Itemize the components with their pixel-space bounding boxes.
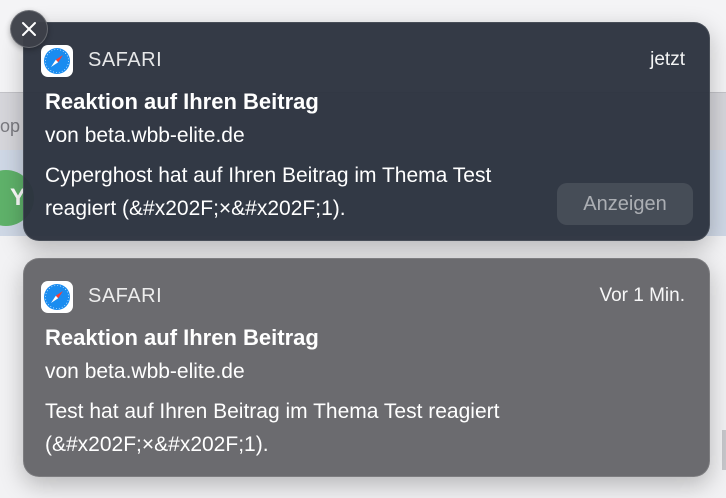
close-x-icon: [22, 22, 36, 36]
safari-compass-icon: [41, 45, 73, 77]
close-notification-button[interactable]: [10, 10, 48, 48]
notification-body: Cyperghost hat auf Ihren Beitrag im Them…: [45, 159, 605, 225]
notification-body-line: Test hat auf Ihren Beitrag im Thema Test…: [45, 400, 500, 423]
show-button[interactable]: Anzeigen: [557, 183, 693, 225]
notification-subtitle: von beta.wbb-elite.de: [45, 124, 245, 147]
notification-card-latest[interactable]: SAFARI jetzt Reaktion auf Ihren Beitrag …: [23, 22, 710, 241]
desktop-backdrop: op Y SAFARI jetzt Reaktion auf Ihren Bei…: [0, 0, 726, 498]
safari-compass-icon: [41, 281, 73, 313]
notification-subtitle: von beta.wbb-elite.de: [45, 360, 245, 383]
notification-timestamp: jetzt: [650, 49, 685, 70]
background-partial-text: op: [0, 116, 21, 136]
background-scrollbar[interactable]: [722, 430, 726, 470]
notification-title: Reaktion auf Ihren Beitrag: [45, 325, 319, 350]
app-name-label: SAFARI: [88, 285, 163, 307]
notification-body-line: reagiert (&#x202F;×&#x202F;1).: [45, 197, 346, 220]
notification-card-older[interactable]: SAFARI Vor 1 Min. Reaktion auf Ihren Bei…: [23, 258, 710, 477]
notification-header: SAFARI jetzt: [41, 45, 685, 77]
notification-body-line: (&#x202F;×&#x202F;1).: [45, 433, 269, 456]
notification-body-line: Cyperghost hat auf Ihren Beitrag im Them…: [45, 164, 492, 187]
notification-timestamp: Vor 1 Min.: [599, 285, 685, 306]
notification-title: Reaktion auf Ihren Beitrag: [45, 89, 319, 114]
notification-header: SAFARI Vor 1 Min.: [41, 281, 685, 313]
app-name-label: SAFARI: [88, 49, 163, 71]
notification-body: Test hat auf Ihren Beitrag im Thema Test…: [45, 395, 685, 461]
